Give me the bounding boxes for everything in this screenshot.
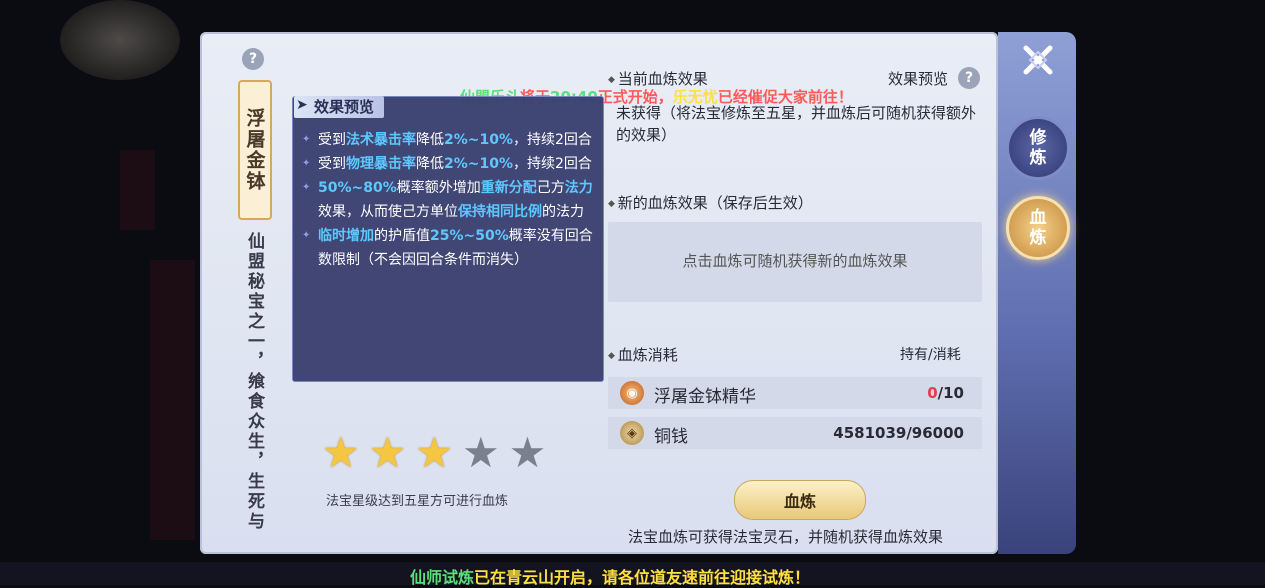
cost-item-name: 铜钱 — [654, 427, 688, 447]
need-amount: /10 — [937, 384, 964, 402]
effect-text-segment: 2%~10% — [444, 132, 514, 148]
background-pillar — [150, 260, 195, 540]
effect-text-segment: 法术暴击率 — [346, 132, 416, 148]
treasure-description: 仙盟秘宝之一，飨食众生，生死与共 — [244, 232, 264, 532]
star-filled-icon: ★ — [322, 428, 360, 477]
side-tab-bar — [998, 32, 1076, 554]
star-rating: ★ ★ ★ ★ ★ — [322, 432, 546, 474]
effect-text-segment: 的护盾值 — [374, 228, 430, 244]
effect-text-segment: 的法力 — [542, 204, 584, 220]
star-filled-icon: ★ — [415, 428, 453, 477]
blood-refine-button[interactable]: 血炼 — [734, 480, 866, 520]
announcement-segment: 正式开始， — [597, 88, 673, 106]
need-amount: /96000 — [906, 424, 964, 442]
tab-blood-refine-label: 血炼 — [1029, 208, 1047, 248]
announcement-segment: 仙师试炼 — [410, 568, 475, 587]
effect-text-segment: 物理暴击率 — [346, 156, 416, 172]
effect-text-segment: ，持续2回合 — [513, 132, 592, 148]
arrow-right-icon: ➤ — [296, 97, 308, 113]
effect-text-segment: 2%~10% — [444, 156, 514, 172]
effect-text-segment: 己方 — [536, 180, 565, 196]
tooltip-effect-item: 50%~80%概率额外增加重新分配己方法力效果，从而使己方单位保持相同比例的法力 — [300, 176, 596, 224]
tooltip-effect-item: 受到法术暴击率降低2%~10%，持续2回合 — [300, 128, 596, 152]
star-requirement-note: 法宝星级达到五星方可进行血炼 — [326, 494, 509, 509]
announcement-segment: 开启，请各位道友速前往迎接试炼！ — [554, 568, 811, 587]
tab-cultivate[interactable]: 修炼 — [1006, 116, 1070, 180]
cost-item-name: 浮屠金钵精华 — [654, 387, 756, 407]
star-empty-icon: ★ — [461, 428, 500, 477]
close-icon[interactable] — [1018, 40, 1058, 80]
effect-text-segment: ，持续2回合 — [513, 156, 592, 172]
background-moon — [60, 0, 180, 80]
cost-label: 血炼消耗 — [608, 344, 678, 365]
cost-item-amount: 4581039/96000 — [800, 424, 964, 442]
announcement-segment: 已经催促大家前往！ — [717, 88, 853, 106]
star-filled-icon: ★ — [368, 428, 407, 477]
help-glyph: ? — [964, 70, 974, 86]
copper-coin-icon[interactable]: ◈ — [620, 421, 644, 445]
tab-cultivate-label: 修炼 — [1029, 128, 1047, 168]
current-effect-text: 未获得（将法宝修炼至五星，并血炼后可随机获得额外的效果） — [616, 104, 977, 144]
footer-note: 法宝血炼可获得法宝灵石，并随机获得血炼效果 — [628, 528, 944, 546]
cost-item-amount: 0/10 — [860, 384, 964, 402]
announcement-segment: 青云山 — [506, 568, 555, 587]
effect-preview-label[interactable]: 效果预览 — [888, 68, 948, 90]
star-empty-icon: ★ — [508, 428, 547, 477]
help-glyph: ? — [248, 51, 258, 67]
close-x-icon — [1023, 45, 1053, 75]
effect-text-segment: 概率额外增加 — [396, 180, 481, 196]
effect-preview-help-icon[interactable]: ? — [958, 67, 980, 89]
effect-text-segment: 受到 — [318, 156, 346, 172]
effect-text-segment: 50%~80% — [318, 180, 397, 196]
treasure-name: 浮屠金钵 — [238, 80, 272, 220]
background-lantern — [120, 150, 155, 230]
new-effect-label: 新的血炼效果（保存后生效） — [608, 192, 813, 213]
effect-text-segment: 降低 — [416, 156, 444, 172]
held-amount: 4581039 — [833, 424, 907, 442]
new-effect-placeholder: 点击血炼可随机获得新的血炼效果 — [682, 252, 908, 270]
tab-blood-refine[interactable]: 血炼 — [1006, 196, 1070, 260]
announcement-segment: 乐无忧 — [672, 88, 718, 106]
essence-bowl-icon[interactable]: ◉ — [620, 381, 644, 405]
effect-text-segment: 法力 — [564, 180, 593, 196]
effect-text-segment: 保持相同比例 — [458, 204, 542, 220]
cost-header-held-need: 持有/消耗 — [900, 347, 961, 363]
effect-text-segment: 25%~50% — [430, 228, 509, 244]
effect-text-segment: 临时增加 — [318, 228, 374, 244]
tooltip-effect-item: 受到物理暴击率降低2%~10%，持续2回合 — [300, 152, 596, 176]
announcement-segment: 已在 — [474, 568, 507, 587]
tooltip-effect-item: 临时增加的护盾值25%~50%概率没有回合数限制（不会因回合条件而消失） — [300, 224, 596, 272]
held-amount: 0 — [927, 384, 938, 402]
effect-text-segment: 效果，从而使己方单位 — [318, 204, 458, 220]
bottom-announcement: 仙师试炼已在青云山开启，请各位道友速前往迎接试炼！ — [410, 564, 810, 588]
help-icon[interactable]: ? — [242, 48, 264, 70]
effect-text-segment: 重新分配 — [480, 180, 537, 196]
effect-text-segment: 降低 — [416, 132, 444, 148]
effect-text-segment: 受到 — [318, 132, 346, 148]
tooltip-effect-list: 受到法术暴击率降低2%~10%，持续2回合受到物理暴击率降低2%~10%，持续2… — [300, 128, 596, 272]
